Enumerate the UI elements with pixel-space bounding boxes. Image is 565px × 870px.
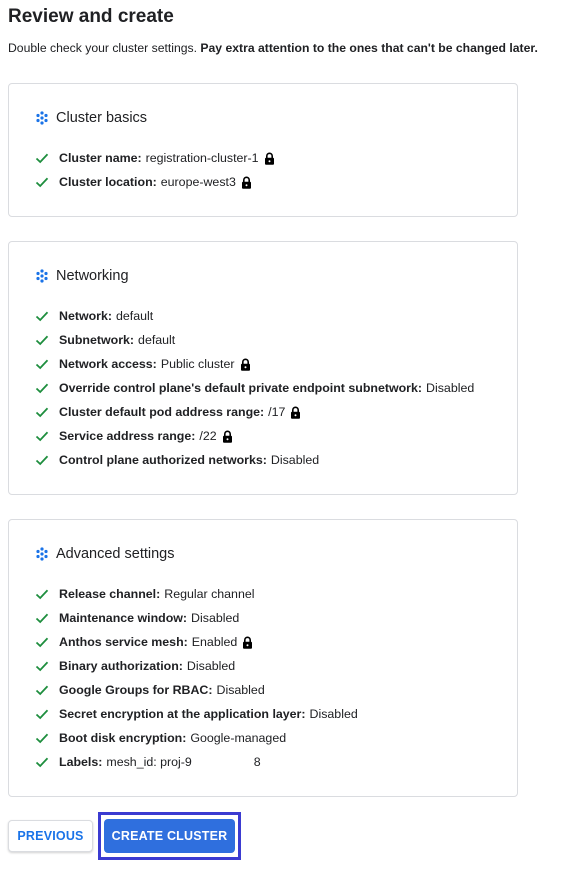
check-icon: [35, 455, 49, 466]
cluster-dots-icon: [36, 269, 48, 283]
setting-value: Disabled: [309, 707, 358, 721]
check-icon: [35, 311, 49, 322]
setting-label: Secret encryption at the application lay…: [59, 707, 306, 721]
subtitle-regular: Double check your cluster settings.: [8, 41, 197, 55]
setting-row: Maintenance window: Disabled: [35, 606, 358, 630]
setting-label: Override control plane's default private…: [59, 381, 423, 395]
setting-value: default: [138, 333, 176, 347]
setting-value: Disabled: [426, 381, 475, 395]
lock-icon: [264, 152, 274, 165]
setting-value: Enabled: [191, 635, 238, 649]
check-icon: [35, 407, 49, 418]
setting-label: Maintenance window:: [59, 611, 188, 625]
setting-label: Control plane authorized networks:: [59, 453, 267, 467]
setting-label: Network:: [59, 309, 113, 323]
check-icon: [35, 359, 49, 370]
setting-label: Anthos service mesh:: [59, 635, 188, 649]
section-title: Networking: [56, 268, 129, 284]
setting-label: Release channel:: [59, 587, 161, 601]
settings-list: Network: default Subnetwork: default Network…: [35, 304, 474, 472]
lock-icon: [241, 176, 251, 189]
setting-row: Network access: Public cluster: [35, 352, 474, 376]
setting-row: Binary authorization: Disabled: [35, 654, 358, 678]
check-icon: [35, 431, 49, 442]
setting-value: Google-managed: [190, 731, 287, 745]
check-icon: [35, 733, 49, 744]
setting-row: Boot disk encryption: Google-managed: [35, 726, 358, 750]
setting-label: Binary authorization:: [59, 659, 183, 673]
section-card-cluster-basics: Cluster basics Cluster name: registration-…: [8, 83, 518, 217]
lock-icon: [291, 406, 301, 419]
setting-value: europe-west3: [160, 175, 236, 189]
setting-value-suffix: 8: [253, 755, 261, 769]
section-header: Cluster basics: [35, 108, 147, 128]
check-icon: [35, 685, 49, 696]
setting-row: Anthos service mesh: Enabled: [35, 630, 358, 654]
setting-row: Secret encryption at the application lay…: [35, 702, 358, 726]
check-icon: [35, 335, 49, 346]
setting-value: default: [116, 309, 154, 323]
setting-row: Cluster default pod address range:/17: [35, 400, 474, 424]
setting-label: Network access:: [59, 357, 157, 371]
setting-label: Service address range:: [59, 429, 196, 443]
setting-value: Disabled: [191, 611, 240, 625]
setting-value: /22: [199, 429, 217, 443]
section-title: Advanced settings: [56, 546, 175, 562]
redacted-region: [191, 755, 254, 769]
setting-row: Cluster name: registration-cluster-1: [35, 146, 275, 170]
check-icon: [35, 637, 49, 648]
lock-icon: [222, 430, 232, 443]
setting-value: registration-cluster-1: [145, 151, 259, 165]
setting-value: Public cluster: [160, 357, 235, 371]
setting-value: Disabled: [270, 453, 320, 467]
check-icon: [35, 153, 49, 164]
setting-row: Release channel: Regular channel: [35, 582, 358, 606]
check-icon: [35, 383, 49, 394]
section-card-advanced-settings: Advanced settings Release channel: Regular…: [8, 519, 518, 797]
setting-row: Service address range:/22: [35, 424, 474, 448]
setting-row: Control plane authorized networks: Disabl…: [35, 448, 474, 472]
setting-row: Network: default: [35, 304, 474, 328]
setting-row: Google Groups for RBAC: Disabled: [35, 678, 358, 702]
section-card-networking: Networking Network: default Subnetwork: defa…: [8, 241, 518, 495]
setting-value: Disabled: [216, 683, 265, 697]
previous-button[interactable]: PREVIOUS: [8, 820, 93, 852]
setting-label: Cluster name:: [59, 151, 142, 165]
lock-icon: [243, 636, 253, 649]
setting-row: Cluster location: europe-west3: [35, 170, 275, 194]
check-icon: [35, 177, 49, 188]
setting-row: Labels: mesh_id: proj-9 8: [35, 750, 358, 774]
check-icon: [35, 661, 49, 672]
check-icon: [35, 613, 49, 624]
setting-label: Cluster location:: [59, 175, 157, 189]
setting-value: mesh_id: proj-9: [106, 755, 192, 769]
settings-list: Release channel: Regular channel Maintenan…: [35, 582, 358, 774]
section-title: Cluster basics: [56, 110, 148, 126]
settings-list: Cluster name: registration-cluster-1 Clust…: [35, 146, 275, 194]
page-title: Review and create: [8, 6, 174, 27]
cluster-dots-icon: [36, 547, 48, 561]
setting-label: Cluster default pod address range:: [59, 405, 265, 419]
setting-value: Disabled: [186, 659, 236, 673]
setting-label: Google Groups for RBAC:: [59, 683, 213, 697]
setting-value: /17: [268, 405, 286, 419]
check-icon: [35, 709, 49, 720]
page-subtitle: Double check your cluster settings. Pay …: [8, 41, 538, 55]
setting-row: Subnetwork: default: [35, 328, 474, 352]
setting-label: Boot disk encryption:: [59, 731, 187, 745]
subtitle-bold: Pay extra attention to the ones that can…: [200, 41, 538, 55]
section-header: Networking: [35, 266, 129, 286]
lock-icon: [240, 358, 250, 371]
section-header: Advanced settings: [35, 544, 175, 564]
setting-value: Regular channel: [164, 587, 255, 601]
check-icon: [35, 589, 49, 600]
setting-label: Labels:: [59, 755, 103, 769]
create-cluster-button[interactable]: CREATE CLUSTER: [104, 819, 235, 853]
check-icon: [35, 757, 49, 768]
setting-label: Subnetwork:: [59, 333, 135, 347]
setting-row: Override control plane's default private…: [35, 376, 474, 400]
cluster-dots-icon: [36, 111, 48, 125]
